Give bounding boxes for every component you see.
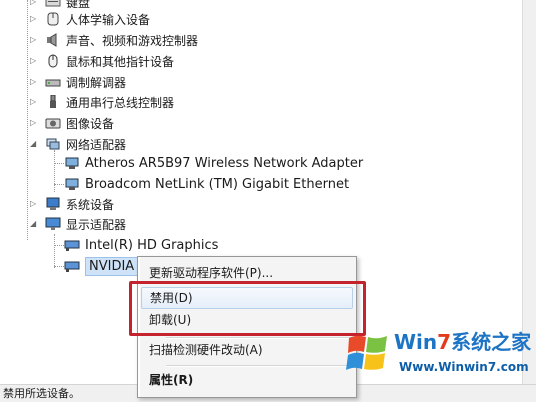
expand-arrow-icon[interactable]: ▷ <box>30 97 39 107</box>
hid-icon <box>45 12 61 26</box>
expand-arrow-icon[interactable]: ▷ <box>30 35 39 45</box>
category-label: 系统设备 <box>66 197 115 212</box>
camera-icon <box>45 116 61 130</box>
category-mouse[interactable]: ▷ 鼠标和其他指针设备 <box>30 51 174 71</box>
category-label: 人体学输入设备 <box>66 12 151 27</box>
network-adapter-icon <box>64 156 80 170</box>
modem-icon <box>45 75 61 89</box>
category-modem[interactable]: ▷ 调制解调器 <box>30 72 126 92</box>
device-atheros[interactable]: Atheros AR5B97 Wireless Network Adapter <box>64 153 363 173</box>
expand-arrow-icon[interactable]: ▷ <box>30 199 39 209</box>
expand-arrow-icon[interactable]: ▷ <box>30 14 39 24</box>
category-usb[interactable]: ▷ 通用串行总线控制器 <box>30 92 174 112</box>
watermark: Win7系统之家 Www.Winwin7.com <box>341 324 536 386</box>
category-system[interactable]: ▷ 系统设备 <box>30 194 114 214</box>
tree-guide <box>54 184 64 185</box>
mouse-icon <box>45 54 61 68</box>
menu-item-properties[interactable]: 属性(R) <box>141 369 353 391</box>
network-icon <box>45 137 61 151</box>
tree-guide <box>54 150 55 192</box>
category-network[interactable]: ◢ 网络适配器 <box>30 134 126 154</box>
device-label: Intel(R) HD Graphics <box>85 237 219 253</box>
category-label: 显示适配器 <box>66 217 127 232</box>
category-label: 网络适配器 <box>66 137 127 152</box>
status-text: 禁用所选设备。 <box>3 387 80 400</box>
device-broadcom[interactable]: Broadcom NetLink (TM) Gigabit Ethernet <box>64 174 349 194</box>
display-adapter-icon <box>64 238 80 252</box>
device-label: Atheros AR5B97 Wireless Network Adapter <box>85 155 364 171</box>
expand-arrow-icon[interactable]: ▷ <box>30 0 39 7</box>
tree-guide <box>54 234 55 268</box>
expand-arrow-icon[interactable]: ▷ <box>30 77 39 87</box>
collapse-arrow-icon[interactable]: ◢ <box>30 219 39 229</box>
category-hid[interactable]: ▷ 人体学输入设备 <box>30 9 150 29</box>
tree-guide <box>54 266 64 267</box>
system-icon <box>45 197 61 211</box>
display-icon <box>45 217 61 231</box>
collapse-arrow-icon[interactable]: ◢ <box>30 139 39 149</box>
category-imaging[interactable]: ▷ 图像设备 <box>30 113 114 133</box>
category-label: 声音、视频和游戏控制器 <box>66 33 199 48</box>
category-display[interactable]: ◢ 显示适配器 <box>30 214 126 234</box>
category-sound[interactable]: ▷ 声音、视频和游戏控制器 <box>30 30 198 50</box>
annotation-highlight-box <box>129 281 366 336</box>
category-label: 图像设备 <box>66 116 115 131</box>
tree-guide <box>27 0 28 240</box>
menu-separator <box>166 365 352 367</box>
category-label: 通用串行总线控制器 <box>66 95 175 110</box>
keyboard-icon <box>45 0 61 9</box>
windows-logo-icon <box>345 328 391 378</box>
device-label: Broadcom NetLink (TM) Gigabit Ethernet <box>85 176 350 192</box>
expand-arrow-icon[interactable]: ▷ <box>30 56 39 66</box>
usb-icon <box>45 95 61 109</box>
device-intel-hd[interactable]: Intel(R) HD Graphics <box>64 235 218 255</box>
menu-item-scan-hardware[interactable]: 扫描检测硬件改动(A) <box>141 339 353 361</box>
tree-guide <box>54 163 64 164</box>
display-adapter-icon <box>64 259 80 273</box>
expand-arrow-icon[interactable]: ▷ <box>30 118 39 128</box>
watermark-brand: Win7系统之家 <box>394 330 532 354</box>
category-label: 鼠标和其他指针设备 <box>66 54 175 69</box>
watermark-url: Www.Winwin7.com <box>399 360 529 374</box>
category-label: 调制解调器 <box>66 75 127 90</box>
sound-icon <box>45 33 61 47</box>
network-adapter-icon <box>64 177 80 191</box>
tree-guide <box>54 245 64 246</box>
